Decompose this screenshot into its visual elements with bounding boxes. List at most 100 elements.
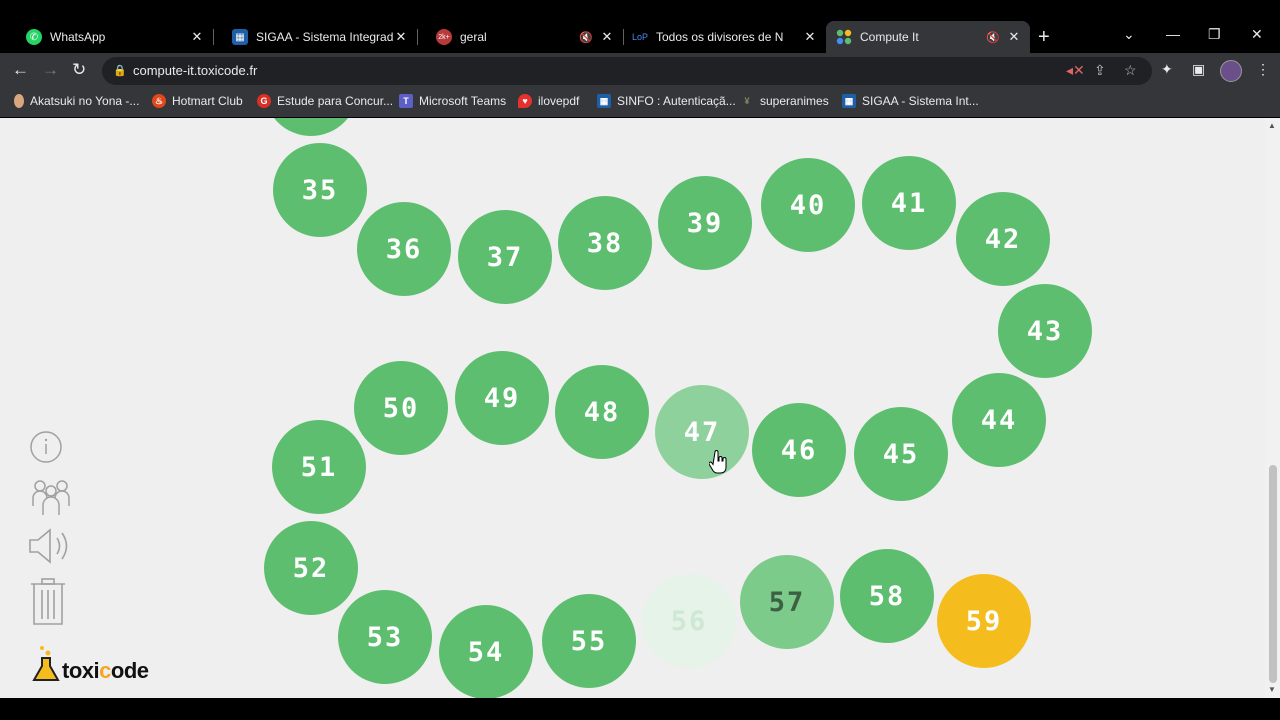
number-circle-fading[interactable]: 56 [642,574,736,668]
bookmark-star-icon[interactable]: ☆ [1124,62,1137,79]
number-circle[interactable]: 58 [840,549,934,643]
trash-icon[interactable] [30,577,66,632]
profile-avatar[interactable] [1220,60,1242,82]
logo-text-accent: c [99,658,111,683]
scrollbar-thumb[interactable] [1269,465,1277,683]
tab-title: SIGAA - Sistema Integrado d [256,30,393,44]
whatsapp-icon: ✆ [26,29,42,45]
estude-icon: G [257,94,271,108]
vertical-scrollbar[interactable]: ▲ ▼ [1265,118,1280,698]
players-icon[interactable] [31,478,71,521]
game-board: 35 36 37 38 39 40 41 42 43 44 45 46 47 4… [0,118,1265,698]
number-circle[interactable]: 35 [273,143,367,237]
number-circle[interactable]: 37 [458,210,552,304]
tab-whatsapp[interactable]: ✆ WhatsApp ✕ [8,21,213,53]
scroll-up-icon[interactable]: ▲ [1268,121,1276,130]
close-tab-icon[interactable]: ✕ [189,29,205,45]
akatsuki-icon [14,94,24,108]
number-circle[interactable]: 46 [752,403,846,497]
tab-title: WhatsApp [50,30,106,44]
back-icon[interactable]: ← [12,60,29,80]
bookmark-label: SIGAA - Sistema Int... [862,94,979,108]
browser-toolbar: ← → ↻ 🔒 compute-it.toxicode.fr ◂✕ ⇪ ☆ ✦ … [0,53,1280,87]
close-tab-icon[interactable]: ✕ [393,29,409,45]
restore-button[interactable]: ❐ [1208,26,1221,43]
share-icon[interactable]: ⇪ [1094,62,1106,79]
number-circle[interactable]: 52 [264,521,358,615]
number-circle[interactable]: 36 [357,202,451,296]
number-circle[interactable]: 55 [542,594,636,688]
muted-icon[interactable]: 🔇 [986,31,1000,44]
bookmark-teams[interactable]: T Microsoft Teams [399,94,506,108]
tab-divisores[interactable]: LoP Todos os divisores de N ✕ [624,21,826,53]
lock-icon[interactable]: 🔒 [113,64,127,77]
number-circle[interactable]: 45 [854,407,948,501]
info-icon[interactable] [29,430,63,469]
number-circle[interactable]: 42 [956,192,1050,286]
number-circle-current[interactable]: 59 [937,574,1031,668]
logo-text-part: toxi [62,658,100,683]
ilovepdf-icon: ♥ [518,94,532,108]
bookmark-hotmart[interactable]: ♨ Hotmart Club [152,94,243,108]
close-tab-icon[interactable]: ✕ [802,29,818,45]
number-circle[interactable]: 41 [862,156,956,250]
close-window-button[interactable]: ✕ [1251,26,1263,43]
compute-it-icon [836,29,852,45]
number-circle[interactable]: 43 [998,284,1092,378]
bookmark-estude[interactable]: G Estude para Concur... [257,94,393,108]
tab-compute-it[interactable]: Compute It 🔇 ✕ [826,21,1030,53]
number-circle[interactable]: 40 [761,158,855,252]
bookmark-sigaa[interactable]: ▦ SIGAA - Sistema Int... [842,94,979,108]
number-circle[interactable]: 53 [338,590,432,684]
bookmarks-bar: Akatsuki no Yona -... ♨ Hotmart Club G Est… [0,87,1280,117]
forward-icon[interactable]: → [42,60,59,80]
bookmark-akatsuki[interactable]: Akatsuki no Yona -... [14,94,139,108]
superanimes-icon: ¥ [744,96,750,106]
tab-title: Compute It [860,30,919,44]
reload-icon[interactable]: ↻ [72,60,86,80]
number-circle-appearing[interactable]: 57 [740,555,834,649]
bookmark-label: superanimes [760,94,829,108]
logo-text: toxicode [62,658,149,684]
number-circle[interactable]: 39 [658,176,752,270]
minimize-button[interactable]: — [1166,26,1180,42]
scroll-down-icon[interactable]: ▼ [1268,685,1276,694]
muted-icon[interactable]: 🔇 [579,31,593,44]
tab-geral[interactable]: 2k+ geral 🔇 ✕ [418,21,623,53]
number-circle[interactable]: 38 [558,196,652,290]
hotmart-icon: ♨ [152,94,166,108]
address-bar[interactable]: 🔒 compute-it.toxicode.fr ◂✕ ⇪ ☆ [102,57,1152,85]
close-tab-icon[interactable]: ✕ [1006,29,1022,45]
url-text[interactable]: compute-it.toxicode.fr [133,63,257,78]
tab-title: Todos os divisores de N [656,30,784,44]
bookmark-label: ilovepdf [538,94,580,108]
number-circle[interactable]: 49 [455,351,549,445]
number-circle[interactable]: 50 [354,361,448,455]
toxicode-logo[interactable]: toxicode [32,644,149,684]
new-tab-button[interactable]: + [1038,26,1050,49]
sinfo-icon: ▦ [597,94,611,108]
menu-icon[interactable]: ⋮ [1256,61,1270,78]
number-circle[interactable]: 44 [952,373,1046,467]
number-circle[interactable]: 51 [272,420,366,514]
tab-sigaa[interactable]: ▦ SIGAA - Sistema Integrado d ✕ [214,21,417,53]
sound-blocked-icon[interactable]: ◂✕ [1066,62,1085,79]
extensions-icon[interactable]: ✦ [1161,61,1173,78]
number-circle[interactable]: 54 [439,605,533,698]
tab-title: geral [460,30,487,44]
side-panel-icon[interactable]: ▣ [1192,61,1205,78]
number-circle[interactable]: 48 [555,365,649,459]
bookmark-label: Estude para Concur... [277,94,394,108]
bookmark-superanimes[interactable]: ¥ superanimes [740,94,829,108]
number-circle-hovered[interactable]: 47 [655,385,749,479]
bookmark-label: Hotmart Club [172,94,243,108]
number-circle-partial [264,118,358,136]
sound-icon[interactable] [27,526,73,571]
close-tab-icon[interactable]: ✕ [599,29,615,45]
discord-icon: 2k+ [436,29,452,45]
tab-strip: ✆ WhatsApp ✕ ▦ SIGAA - Sistema Integrado… [0,0,1280,53]
tab-search-icon[interactable]: ⌄ [1123,26,1135,43]
bookmark-sinfo[interactable]: ▦ SINFO : Autenticaçã... [597,94,736,108]
sigaa-icon: ▦ [842,94,856,108]
bookmark-ilovepdf[interactable]: ♥ ilovepdf [518,94,579,108]
